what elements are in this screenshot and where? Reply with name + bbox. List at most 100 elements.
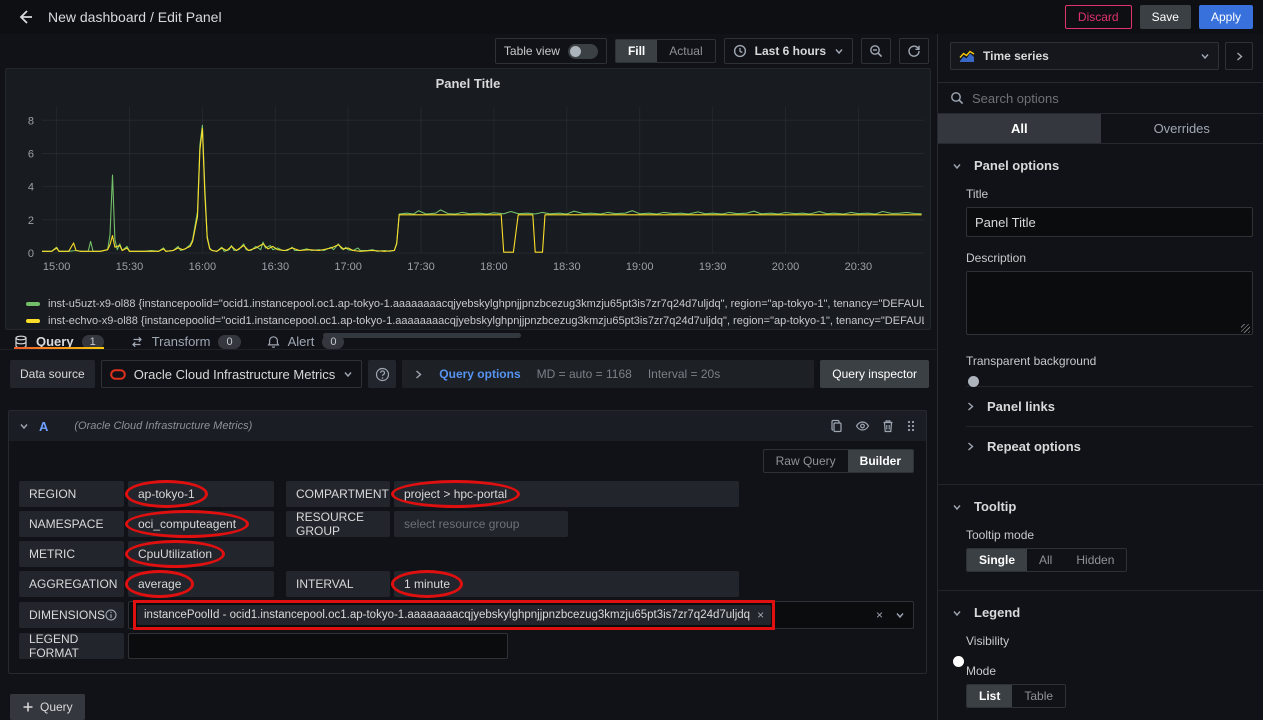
clear-all-icon[interactable]: × [876,608,883,622]
hide-response-eye-icon[interactable] [855,419,870,433]
options-scroll-area[interactable]: Panel options Title Description Transpar… [938,144,1263,720]
interval-label: INTERVAL [286,571,390,597]
datasource-row: Data source Oracle Cloud Infrastructure … [10,360,929,388]
panel-title-input[interactable] [966,207,1253,237]
bell-icon [267,335,280,349]
panel-links-label: Panel links [987,399,1055,414]
zoom-out-button[interactable] [861,38,891,64]
legend-table-option[interactable]: Table [1012,685,1065,707]
repeat-options-row[interactable]: Repeat options [966,427,1253,466]
dimension-chip-text: instancePoolId - ocid1.instancepool.oc1.… [144,609,750,621]
query-editor-header[interactable]: A (Oracle Cloud Infrastructure Metrics) [9,411,926,441]
interval-select[interactable]: 1 minute [394,571,739,597]
dimensions-multiselect[interactable]: instancePoolId - ocid1.instancepool.oc1.… [128,601,914,629]
collapse-pane-button[interactable] [1225,42,1253,70]
interval-value: 1 minute [404,577,450,591]
table-view-toggle[interactable] [568,44,598,59]
drag-handle-icon[interactable] [906,419,916,433]
table-view-label: Table view [504,44,560,58]
panel-options-header[interactable]: Panel options [952,158,1253,173]
datasource-help-button[interactable] [368,360,396,388]
section-legend: Legend Visibility Mode List Table Placem… [938,591,1263,720]
tab-all[interactable]: All [938,114,1101,143]
datasource-name: Oracle Cloud Infrastructure Metrics [134,367,336,382]
svg-text:16:30: 16:30 [262,261,290,273]
tooltip-mode-label: Tooltip mode [966,528,1253,542]
time-series-chart: 0246815:0015:3016:0016:3017:0017:3018:00… [8,93,932,293]
raw-query-option[interactable]: Raw Query [764,450,848,472]
namespace-select[interactable]: oci_computeagent [128,511,274,537]
zoom-out-icon [869,44,883,58]
repeat-options-label: Repeat options [987,439,1081,454]
svg-text:19:30: 19:30 [699,261,727,273]
aggregation-select[interactable]: average [128,571,274,597]
tab-query[interactable]: Query 1 [14,334,104,349]
dimensions-label-text: DIMENSIONS [29,608,105,622]
query-datasource-hint: (Oracle Cloud Infrastructure Metrics) [74,420,252,432]
refresh-button[interactable] [899,38,929,64]
svg-text:8: 8 [28,115,34,127]
query-editor: A (Oracle Cloud Infrastructure Metrics) [8,410,927,674]
svg-text:6: 6 [28,149,34,161]
panel-links-row[interactable]: Panel links [966,387,1253,426]
legend-format-input[interactable] [128,633,508,659]
panel-options-title: Panel options [974,158,1059,173]
region-select[interactable]: ap-tokyo-1 [128,481,274,507]
tab-transform[interactable]: Transform 0 [130,334,241,349]
options-search-input[interactable] [972,91,1253,106]
compartment-select[interactable]: project > hpc-portal [394,481,739,507]
tooltip-all-option[interactable]: All [1027,549,1064,571]
description-textarea[interactable] [966,271,1253,335]
chevron-down-icon[interactable] [895,610,905,620]
back-arrow-icon[interactable] [12,4,38,30]
chevron-right-icon [1235,51,1244,62]
tab-alert[interactable]: Alert 0 [267,334,345,349]
oracle-logo-icon [110,369,126,380]
title-label: Title [966,187,1253,201]
legend-mode-label: Mode [966,664,1253,678]
legend-item[interactable]: inst-echvo-x9-ol88 {instancepoolid="ocid… [26,312,924,329]
tab-transform-label: Transform [152,334,211,349]
duplicate-query-icon[interactable] [830,419,843,433]
time-range-picker[interactable]: Last 6 hours [724,38,853,64]
dimension-chip[interactable]: instancePoolId - ocid1.instancepool.oc1.… [137,605,771,625]
edit-panel-left: Table view Fill Actual Last 6 hours [0,34,938,720]
legend-item[interactable]: inst-u5uzt-x9-ol88 {instancepoolid="ocid… [26,295,924,312]
apply-button[interactable]: Apply [1199,5,1253,29]
fill-option[interactable]: Fill [616,40,657,62]
resource-group-select[interactable]: select resource group [394,511,568,537]
query-inspector-button[interactable]: Query inspector [820,360,929,388]
collapse-chevron-icon[interactable] [19,421,29,431]
add-query-button[interactable]: Query [10,694,85,720]
legend-header[interactable]: Legend [952,605,1253,620]
tab-query-label: Query [36,334,74,349]
save-button[interactable]: Save [1140,5,1191,29]
svg-text:2: 2 [28,215,34,227]
svg-text:20:00: 20:00 [772,261,800,273]
datasource-picker[interactable]: Oracle Cloud Infrastructure Metrics [101,360,363,388]
query-options-bar[interactable]: Query options MD = auto = 1168 Interval … [402,360,814,388]
actual-option[interactable]: Actual [657,40,714,62]
builder-option[interactable]: Builder [848,450,913,472]
plus-icon [22,701,34,713]
chip-remove-icon[interactable]: × [757,608,764,622]
legend-list-option[interactable]: List [967,685,1012,707]
chevron-down-icon [1200,51,1210,61]
chart-legend: inst-u5uzt-x9-ol88 {instancepoolid="ocid… [8,293,928,329]
series-green-swatch [26,302,40,306]
visualization-picker[interactable]: Time series [950,42,1219,70]
delete-query-trash-icon[interactable] [882,419,894,433]
svg-text:19:00: 19:00 [626,261,654,273]
chevron-down-icon [952,502,962,512]
question-circle-icon [375,367,390,382]
chevron-right-icon [414,369,423,380]
svg-text:18:00: 18:00 [480,261,508,273]
transform-icon [130,335,144,349]
tab-overrides[interactable]: Overrides [1101,114,1263,143]
metric-select[interactable]: CpuUtilization [128,541,274,567]
chevron-right-icon [966,441,975,452]
tooltip-header[interactable]: Tooltip [952,499,1253,514]
discard-button[interactable]: Discard [1065,5,1132,29]
tooltip-single-option[interactable]: Single [967,549,1027,571]
tooltip-hidden-option[interactable]: Hidden [1064,549,1126,571]
